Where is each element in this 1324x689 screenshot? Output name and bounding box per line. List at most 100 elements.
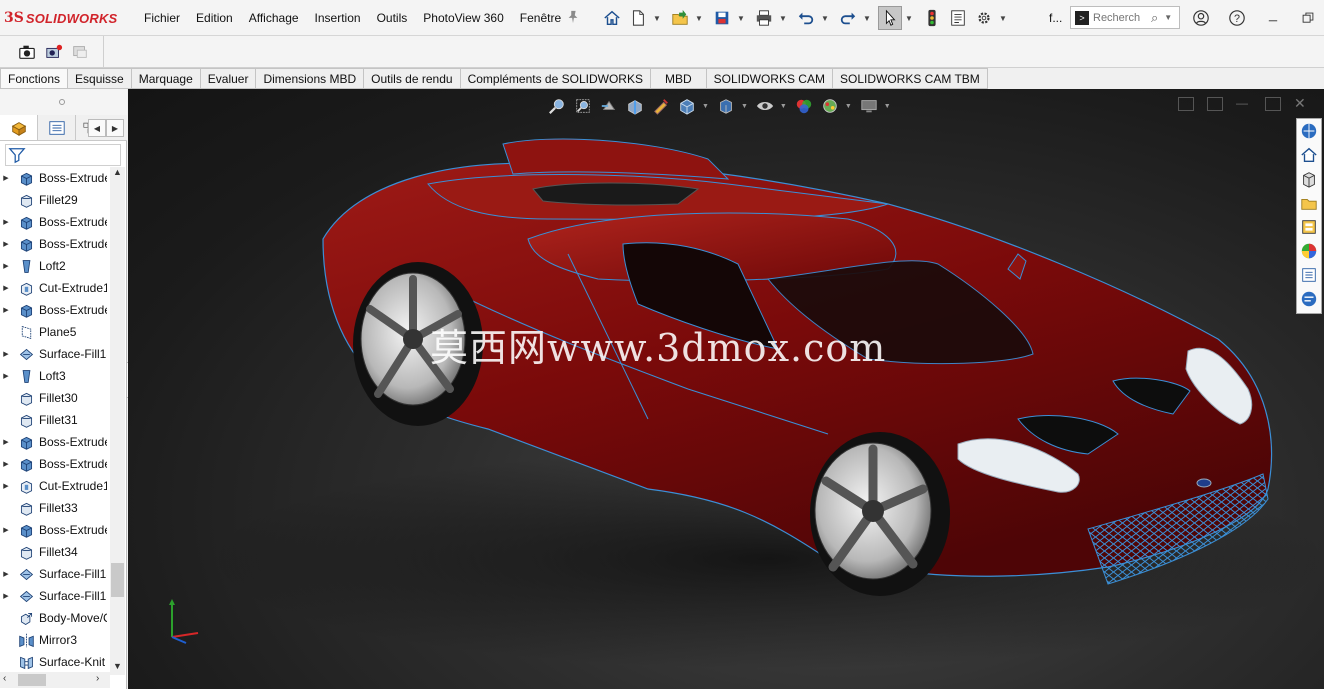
tree-item[interactable]: ▶ Boss-Extrude [0, 167, 110, 189]
tab-complements[interactable]: Compléments de SOLIDWORKS [460, 68, 651, 89]
tab-solidworks-cam-tbm[interactable]: SOLIDWORKS CAM TBM [832, 68, 988, 89]
view-palette-icon[interactable] [1297, 215, 1321, 239]
tree-item[interactable]: ▶ Surface-Fill13 [0, 343, 110, 365]
tree-item[interactable]: ▶ Boss-Extrude [0, 431, 110, 453]
home-icon[interactable] [600, 6, 624, 30]
undo-icon[interactable] [794, 6, 818, 30]
tree-horizontal-scrollbar[interactable]: ‹ › [0, 672, 110, 688]
tree-filter-box[interactable] [5, 144, 121, 166]
tree-expand-icon[interactable]: ▶ [1, 218, 11, 226]
new-document-icon[interactable] [626, 6, 650, 30]
minimize-icon[interactable] [1263, 8, 1283, 28]
appearances-scenes-icon[interactable] [1297, 239, 1321, 263]
render-camera-icon[interactable] [43, 41, 65, 63]
search-box[interactable]: > ⌕ ▼ [1070, 6, 1180, 29]
feature-manager-tab[interactable] [0, 115, 38, 140]
tree-item[interactable]: Fillet31 [0, 409, 110, 431]
tab-solidworks-cam[interactable]: SOLIDWORKS CAM [706, 68, 833, 89]
tree-expand-icon[interactable]: ▶ [1, 240, 11, 248]
scroll-up-icon[interactable]: ▲ [110, 167, 125, 181]
tree-item[interactable]: Fillet29 [0, 189, 110, 211]
undo-dropdown-icon[interactable]: ▼ [820, 14, 830, 23]
tree-item[interactable]: Body-Move/Copy [0, 607, 110, 629]
tree-item[interactable]: Surface-Knit [0, 651, 110, 673]
new-dropdown-icon[interactable]: ▼ [652, 14, 662, 23]
tree-item[interactable]: ▶ Cut-Extrude1 [0, 475, 110, 497]
task-home-icon[interactable] [1297, 143, 1321, 167]
tree-item[interactable]: Fillet34 [0, 541, 110, 563]
file-explorer-icon[interactable] [1297, 191, 1321, 215]
restore-window-icon[interactable] [1298, 8, 1318, 28]
scroll-right-icon[interactable]: ▶ [106, 119, 124, 137]
tree-item[interactable]: ▶ Cut-Extrude1 [0, 277, 110, 299]
print-dropdown-icon[interactable]: ▼ [778, 14, 788, 23]
menu-edition[interactable]: Edition [188, 11, 241, 25]
graphics-area[interactable]: ▼ ▼ ▼ ▼ ▼ — ✕ 莫西网www.3dmox.com [128, 89, 1324, 689]
tree-expand-icon[interactable]: ▶ [1, 372, 11, 380]
hscroll-thumb[interactable] [18, 674, 46, 686]
render-region-icon[interactable] [69, 41, 91, 63]
pin-icon[interactable] [566, 10, 580, 24]
scroll-down-icon[interactable]: ▼ [110, 661, 125, 675]
tree-expand-icon[interactable]: ▶ [1, 592, 11, 600]
car-model-render[interactable] [128, 89, 1324, 689]
tree-item[interactable]: ▶ Boss-Extrude [0, 519, 110, 541]
camera-icon[interactable] [16, 41, 38, 63]
user-account-icon[interactable] [1191, 8, 1211, 28]
menu-affichage[interactable]: Affichage [241, 11, 307, 25]
select-dropdown-icon[interactable]: ▼ [904, 14, 914, 23]
menu-outils[interactable]: Outils [369, 11, 416, 25]
solidworks-logo[interactable]: 3S SOLIDWORKS [4, 8, 117, 28]
tree-item[interactable]: ▶ Loft2 [0, 255, 110, 277]
tree-expand-icon[interactable]: ▶ [1, 174, 11, 182]
tab-fonctions[interactable]: Fonctions [0, 68, 69, 89]
options-dropdown-icon[interactable]: ▼ [998, 14, 1008, 23]
scroll-thumb[interactable] [111, 563, 124, 597]
tree-expand-icon[interactable]: ▶ [1, 262, 11, 270]
save-icon[interactable] [710, 6, 734, 30]
tree-item[interactable]: ▶ Boss-Extrude [0, 211, 110, 233]
tree-expand-icon[interactable]: ▶ [1, 350, 11, 358]
redo-icon[interactable] [836, 6, 860, 30]
design-library-icon[interactable] [1297, 167, 1321, 191]
tree-expand-icon[interactable]: ▶ [1, 482, 11, 490]
select-pointer-icon[interactable] [878, 6, 902, 30]
open-dropdown-icon[interactable]: ▼ [694, 14, 704, 23]
scroll-left-icon[interactable]: ◀ [88, 119, 106, 137]
help-icon[interactable]: ? [1227, 8, 1247, 28]
property-manager-tab[interactable] [38, 115, 76, 140]
search-scope-label[interactable]: f... [1049, 11, 1062, 25]
tree-vertical-scrollbar[interactable]: ▲ ▼ [110, 167, 125, 675]
panel-grip[interactable] [0, 89, 127, 115]
redo-dropdown-icon[interactable]: ▼ [862, 14, 872, 23]
tree-item[interactable]: Fillet30 [0, 387, 110, 409]
open-folder-icon[interactable] [668, 6, 692, 30]
tree-expand-icon[interactable]: ▶ [1, 526, 11, 534]
tree-item[interactable]: ▶ Surface-Fill13 [0, 563, 110, 585]
tab-dimensions-mbd[interactable]: Dimensions MBD [256, 68, 365, 89]
scroll-right-arrow-icon[interactable]: › [96, 673, 99, 684]
save-dropdown-icon[interactable]: ▼ [736, 14, 746, 23]
custom-properties-icon[interactable] [1297, 263, 1321, 287]
tree-item[interactable]: ▶ Boss-Extrude [0, 453, 110, 475]
tree-item[interactable]: ▶ Boss-Extrude [0, 299, 110, 321]
scroll-left-arrow-icon[interactable]: ‹ [3, 673, 6, 684]
tab-evaluer[interactable]: Evaluer [200, 68, 257, 89]
file-properties-icon[interactable] [946, 6, 970, 30]
tab-esquisse[interactable]: Esquisse [68, 68, 132, 89]
solidworks-resources-icon[interactable] [1297, 119, 1321, 143]
tree-item[interactable]: ▶ Boss-Extrude [0, 233, 110, 255]
tree-item[interactable]: Fillet33 [0, 497, 110, 519]
search-icon[interactable]: ⌕ [1151, 10, 1158, 26]
tab-outils-de-rendu[interactable]: Outils de rendu [364, 68, 461, 89]
search-input[interactable] [1093, 11, 1149, 24]
print-icon[interactable] [752, 6, 776, 30]
tree-expand-icon[interactable]: ▶ [1, 284, 11, 292]
tree-item[interactable]: ▶ Loft3 [0, 365, 110, 387]
menu-insertion[interactable]: Insertion [307, 11, 369, 25]
menu-photoview[interactable]: PhotoView 360 [415, 11, 512, 25]
tree-expand-icon[interactable]: ▶ [1, 306, 11, 314]
search-dropdown-icon[interactable]: ▼ [1164, 13, 1172, 22]
tree-expand-icon[interactable]: ▶ [1, 460, 11, 468]
tree-item[interactable]: Mirror3 [0, 629, 110, 651]
